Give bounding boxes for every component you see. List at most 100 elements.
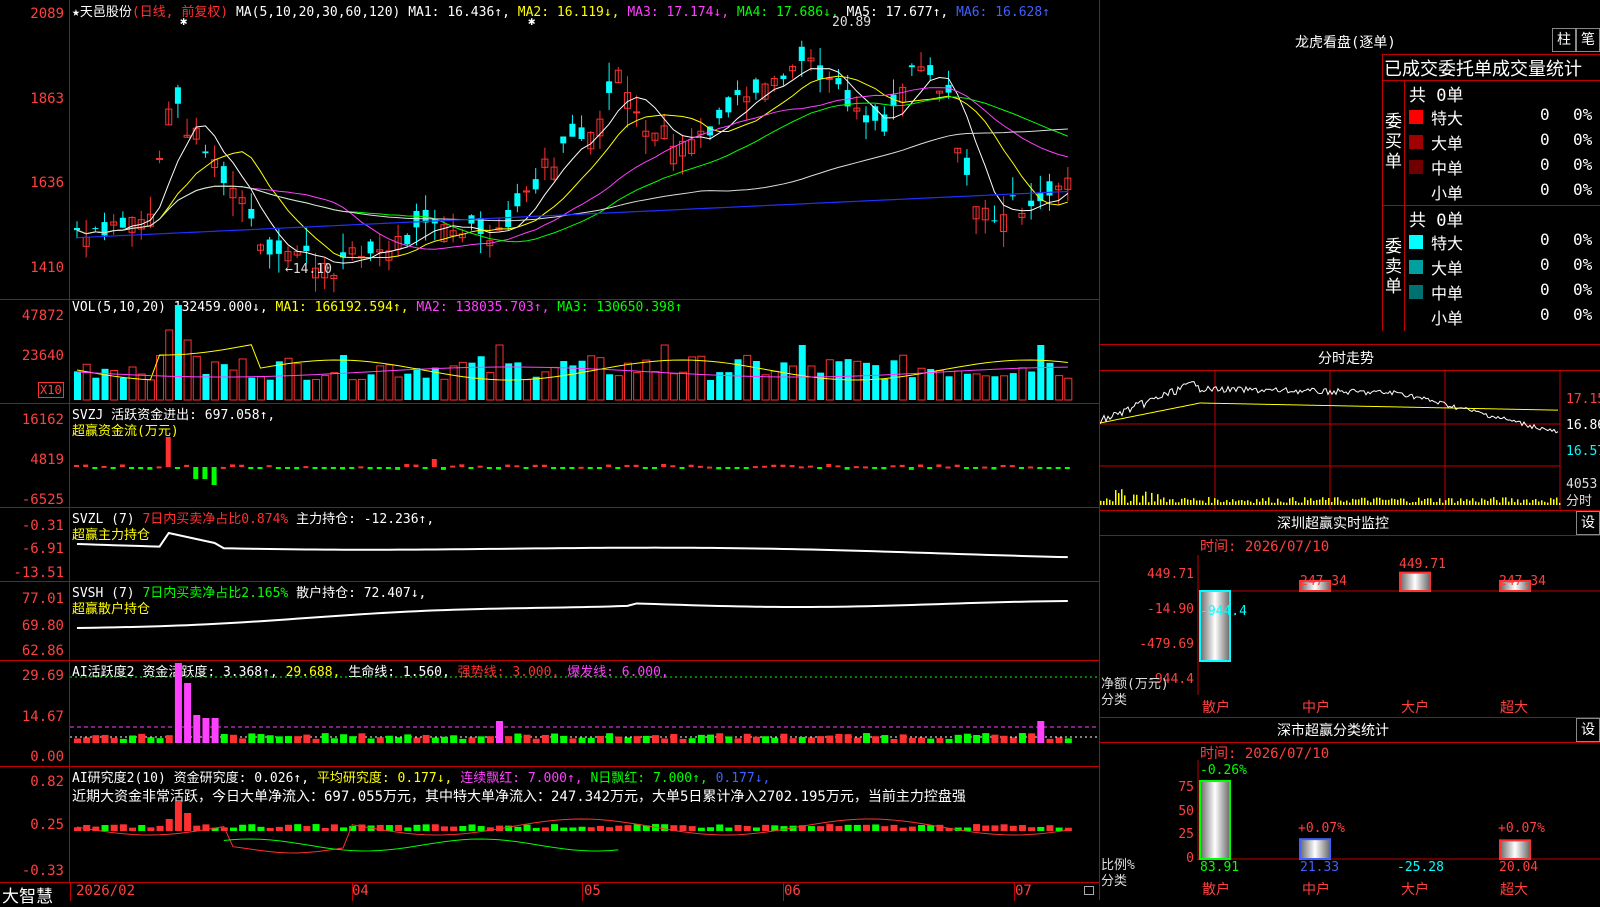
intraday-vol-bar <box>1262 498 1264 505</box>
intraday-vol-bar <box>1481 498 1483 505</box>
activity-bar <box>881 735 889 743</box>
activity-bar <box>358 733 366 743</box>
volume-bar <box>954 370 963 401</box>
intraday-vol-bar <box>1331 502 1333 505</box>
intraday-vol-bar <box>1199 500 1201 505</box>
settings-button[interactable]: 设 <box>1576 718 1600 742</box>
activity-bar <box>468 737 476 743</box>
ai-active-panel[interactable]: AI活跃度2 资金活跃度: 3.368↑, 29.688, 生命线: 1.560… <box>0 661 1099 767</box>
flow-bar <box>413 464 419 467</box>
unit-box[interactable]: X10 <box>38 382 64 398</box>
sz-monitor-chart[interactable]: 449.71 -14.90 -479.69 -944.4 净额(万元) 分类 -… <box>1100 555 1600 717</box>
kline-panel[interactable]: ★天邑股份(日线, 前复权) MA(5,10,20,30,60,120) MA1… <box>0 0 1099 300</box>
activity-bar <box>523 734 531 743</box>
longhu-subtitle: 已成交委托单成交量统计 <box>1384 59 1582 80</box>
volume-bar <box>110 369 119 401</box>
row-label: 大单 <box>1431 259 1464 278</box>
flow-bar <box>129 467 135 469</box>
activity-bar <box>560 735 568 743</box>
activity-bar <box>817 736 825 743</box>
volume-canvas[interactable] <box>70 300 1099 403</box>
volume-bar <box>1009 373 1017 400</box>
ai-research-panel[interactable]: AI研究度2(10) 资金研究度: 0.026↑, 平均研究度: 0.177↓,… <box>0 767 1099 882</box>
intraday-canvas[interactable]: 17.15 16.86 16.57 4053 分时 <box>1100 371 1600 509</box>
volume-bar <box>413 368 421 400</box>
volume-panel[interactable]: VOL(5,10,20) 132459.000↓, MA1: 166192.59… <box>0 300 1099 404</box>
activity-bar <box>551 733 559 743</box>
y-label: 1410 <box>30 260 64 276</box>
kline-canvas[interactable]: 20.89 ←14.10 ✱ ✱ <box>70 0 1099 299</box>
activity-bar <box>927 738 935 743</box>
volume-bar <box>569 365 577 400</box>
bar-view-button[interactable]: 柱 <box>1552 28 1576 52</box>
intraday-vol-bar <box>1544 501 1546 505</box>
bar-value-label: 449.71 <box>1399 557 1446 572</box>
lock-icon[interactable] <box>1084 886 1094 895</box>
volume-bar <box>394 376 403 401</box>
activity-bar <box>303 734 311 743</box>
intraday-vol-bar <box>1166 501 1168 505</box>
svzl-panel[interactable]: SVZL (7) 7日内买卖净占比0.874% 主力持仓: -12.236↑, … <box>0 508 1099 582</box>
intraday-vol-bar <box>1523 499 1525 505</box>
ai-active-canvas[interactable] <box>70 661 1099 766</box>
intraday-vol-bar <box>1388 499 1390 505</box>
intraday-vol-bar <box>1463 500 1465 505</box>
tick-view-button[interactable]: 笔 <box>1576 28 1600 52</box>
activity-bar <box>184 683 192 743</box>
flow-bar <box>762 465 768 468</box>
research-bar <box>973 824 981 831</box>
flow-bar <box>826 464 832 467</box>
y-label: 0.82 <box>30 774 64 790</box>
candle-body <box>266 239 273 255</box>
sz-class-chart[interactable]: 75 50 25 0 比例% 分类 -0.26% +0.07% +0.07% 8… <box>1100 760 1600 900</box>
intraday-vol-bar <box>1370 502 1372 505</box>
flow-bar <box>523 467 529 469</box>
row-label: 特大 <box>1431 109 1464 128</box>
svsh-canvas[interactable] <box>70 582 1099 660</box>
research-bar <box>734 824 742 831</box>
volume-bar <box>404 373 412 400</box>
svzl-canvas[interactable] <box>70 508 1099 581</box>
divider <box>1100 344 1600 345</box>
volume-bar <box>853 360 862 401</box>
monitor-bar <box>1399 571 1431 592</box>
flow-bar <box>716 467 722 470</box>
row-val: 0 <box>1540 305 1550 324</box>
color-swatch <box>1409 285 1423 299</box>
intraday-vol-bar <box>1499 502 1501 505</box>
intraday-vol-bar <box>1235 501 1237 505</box>
research-bar <box>633 824 641 831</box>
x-axis-bar: 大智慧 2026/02 04 05 06 07 <box>0 882 1099 907</box>
research-bar <box>688 826 696 831</box>
svzj-canvas[interactable] <box>70 404 1099 507</box>
flow-bar <box>229 464 235 467</box>
flow-bar <box>578 466 584 469</box>
research-bar <box>1046 825 1054 831</box>
buy-row-l: 大单 0 0% <box>1405 130 1600 154</box>
candle-body <box>569 123 576 137</box>
volume-bar <box>146 379 155 401</box>
color-swatch <box>1409 235 1423 249</box>
activity-bar <box>725 736 733 743</box>
svsh-panel[interactable]: SVSH (7) 7日内买卖净占比2.165% 散户持仓: 72.407↓, 超… <box>0 582 1099 661</box>
row-val: 0 <box>1540 230 1550 249</box>
activity-bar <box>321 733 329 743</box>
research-bar <box>285 824 293 831</box>
settings-button[interactable]: 设 <box>1576 511 1600 535</box>
cat-label: 大户 <box>1401 699 1429 716</box>
activity-bar <box>312 738 320 743</box>
x-divider <box>582 883 583 901</box>
activity-bar <box>1009 737 1017 743</box>
volume-bar <box>872 365 880 400</box>
intraday-vol-bar <box>1394 499 1396 505</box>
intraday-vol-bar <box>1418 497 1420 505</box>
flow-bar <box>624 464 630 467</box>
activity-bar <box>826 735 834 743</box>
vol-unit: 分时 <box>1566 494 1592 509</box>
ai-research-canvas[interactable] <box>70 767 1099 882</box>
volume-bar <box>1037 345 1045 400</box>
y-label: 50 <box>1178 804 1194 819</box>
intraday-vol-bar <box>1529 502 1531 505</box>
svzj-panel[interactable]: SVZJ 活跃资金进出: 697.058↑, 超赢资金流(万元) 16162 4… <box>0 404 1099 508</box>
activity-bar <box>248 733 256 743</box>
